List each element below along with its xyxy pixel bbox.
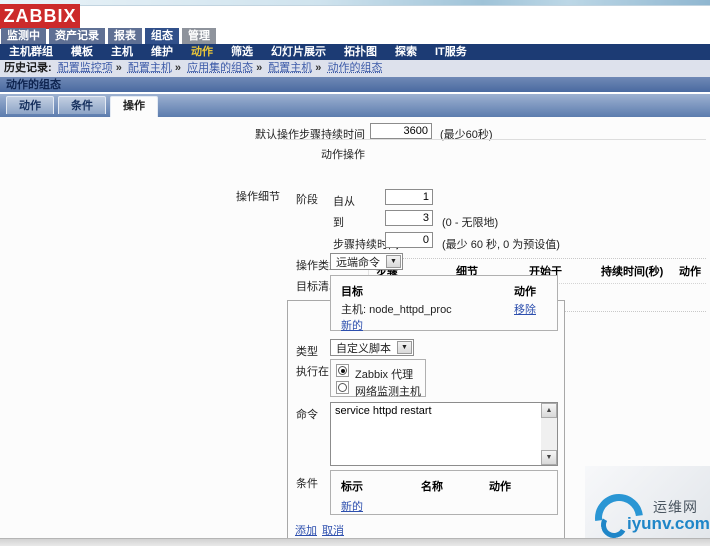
subnav-maps[interactable]: 拓扑图: [335, 44, 386, 60]
execute-on-radio-server[interactable]: [336, 381, 349, 394]
target-row-host: 主机: node_httpd_proc: [341, 304, 452, 316]
breadcrumb-item[interactable]: 配置主机: [128, 62, 172, 74]
conditions-col-name: 名称: [421, 481, 443, 493]
new-condition-link[interactable]: 新的: [341, 498, 363, 514]
radio-unselected-icon: [338, 383, 347, 392]
breadcrumb-item[interactable]: 配置监控项: [58, 62, 113, 74]
execute-on-label: 执行在: [296, 366, 329, 378]
breadcrumb-separator: »: [115, 62, 122, 74]
script-type-select[interactable]: 自定义脚本 ▼: [330, 339, 414, 356]
execute-on-agent-label: Zabbix 代理: [355, 369, 414, 381]
header-row: ZABBIX: [0, 4, 710, 29]
default-step-duration-input[interactable]: [370, 123, 432, 139]
tab-action[interactable]: 动作: [6, 96, 54, 114]
config-subnav: 主机群组 模板 主机 维护 动作 筛选 幻灯片展示 拓扑图 探索 IT服务: [0, 44, 710, 60]
scroll-up-icon[interactable]: ▲: [541, 403, 557, 418]
commands-textarea[interactable]: service httpd restart: [331, 403, 542, 465]
cancel-link[interactable]: 取消: [322, 522, 344, 538]
step-label: 阶段: [296, 194, 318, 206]
breadcrumb-item[interactable]: 配置主机: [268, 62, 312, 74]
col-duration: 持续时间(秒): [601, 266, 664, 278]
subnav-host-groups[interactable]: 主机群组: [0, 44, 62, 60]
conditions-box: 标示 名称 动作 新的: [330, 470, 558, 515]
subnav-hosts[interactable]: 主机: [102, 44, 142, 60]
col-action: 动作: [679, 266, 701, 278]
form-tab-band: 动作 条件 操作: [0, 94, 710, 117]
subnav-screens[interactable]: 筛选: [222, 44, 262, 60]
tab-operations[interactable]: 操作: [110, 96, 158, 117]
step-duration-hint: (最少 60 秒, 0 为预设值): [442, 239, 560, 251]
operation-type-value: 远端命令: [336, 256, 380, 269]
conditions-col-label: 标示: [341, 481, 363, 493]
breadcrumb-prefix: 历史记录:: [4, 62, 52, 74]
main-tab-inventory[interactable]: 资产记录: [49, 28, 105, 44]
step-to-input[interactable]: [385, 210, 433, 226]
subnav-actions[interactable]: 动作: [182, 44, 222, 60]
target-col-header: 目标: [341, 286, 363, 298]
zabbix-logo: ZABBIX: [0, 4, 80, 29]
subnav-slideshows[interactable]: 幻灯片展示: [262, 44, 335, 60]
subnav-discovery[interactable]: 探索: [386, 44, 426, 60]
zabbix-page: ZABBIX 监测中 资产记录 报表 组态 管理 主机群组 模板 主机 维护 动…: [0, 0, 710, 546]
breadcrumb-separator: »: [256, 62, 263, 74]
breadcrumb-separator: »: [174, 62, 182, 74]
target-list-box: 目标 动作 主机: node_httpd_proc 移除 新的: [330, 275, 558, 333]
page-title: 动作的组态: [0, 77, 710, 93]
step-to-hint: (0 - 无限地): [442, 217, 499, 229]
commands-field-wrap: service httpd restart ▲ ▼: [330, 402, 558, 466]
subnav-it-services[interactable]: IT服务: [426, 44, 476, 60]
operation-details-label: 操作细节: [236, 191, 280, 203]
commands-label: 命令: [296, 409, 318, 421]
main-nav: 监测中 资产记录 报表 组态 管理: [1, 28, 216, 44]
breadcrumb-item[interactable]: 动作的组态: [327, 62, 382, 74]
tab-conditions[interactable]: 条件: [58, 96, 106, 114]
script-type-label: 类型: [296, 346, 318, 358]
script-type-value: 自定义脚本: [336, 342, 391, 355]
target-action-col-header: 动作: [514, 286, 536, 298]
breadcrumb-separator: »: [315, 62, 322, 74]
bottom-strip: [0, 538, 710, 546]
step-from-label: 自从: [333, 196, 355, 208]
radio-selected-icon: [338, 366, 347, 375]
step-to-label: 到: [333, 217, 344, 229]
main-tab-configuration[interactable]: 组态: [145, 28, 179, 44]
conditions-col-action: 动作: [489, 481, 511, 493]
watermark-site-url: iyunv.com: [627, 514, 710, 533]
main-tab-reports[interactable]: 报表: [108, 28, 142, 44]
breadcrumb-item[interactable]: 应用集的组态: [187, 62, 253, 74]
subnav-maintenance[interactable]: 维护: [142, 44, 182, 60]
execute-on-radio-agent[interactable]: [336, 364, 349, 377]
execute-on-server-label: 网络监测主机: [355, 386, 421, 398]
chevron-down-icon[interactable]: ▼: [386, 255, 401, 268]
textarea-scrollbar[interactable]: ▲ ▼: [541, 403, 557, 465]
new-target-link[interactable]: 新的: [341, 317, 363, 333]
action-operations-label: 动作操作: [321, 149, 365, 161]
execute-on-box: Zabbix 代理 网络监测主机: [330, 359, 426, 398]
row-divider: [285, 139, 706, 140]
main-tab-administration[interactable]: 管理: [182, 28, 216, 44]
conditions-label: 条件: [296, 478, 318, 490]
remove-target-link[interactable]: 移除: [514, 301, 536, 317]
chevron-down-icon[interactable]: ▼: [397, 341, 412, 354]
operation-type-select[interactable]: 远端命令 ▼: [330, 253, 403, 270]
step-duration-input[interactable]: [385, 232, 433, 248]
breadcrumb: 历史记录: 配置监控项» 配置主机» 应用集的组态» 配置主机» 动作的组态: [0, 60, 710, 77]
main-tab-monitoring[interactable]: 监测中: [1, 28, 46, 44]
add-link[interactable]: 添加: [295, 522, 317, 538]
scroll-down-icon[interactable]: ▼: [541, 450, 557, 465]
step-from-input[interactable]: [385, 189, 433, 205]
subnav-templates[interactable]: 模板: [62, 44, 102, 60]
